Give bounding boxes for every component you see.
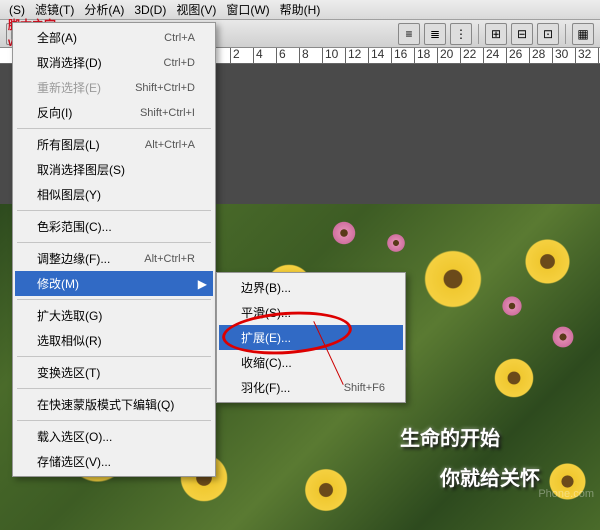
distribute3-icon[interactable]: ⊡	[537, 23, 559, 45]
menu-item-label: 载入选区(O)...	[37, 428, 112, 445]
menu-item-label: 存储选区(V)...	[37, 453, 111, 470]
select-menu: 全部(A) Ctrl+A 取消选择(D) Ctrl+D 重新选择(E) Shift+Ctr…	[12, 22, 216, 477]
menu-item[interactable]: 边界(B)...	[219, 275, 403, 300]
menu-item-label: 重新选择(E)	[37, 79, 101, 96]
menu-window[interactable]: 窗口(W)	[221, 0, 274, 20]
separator	[565, 24, 566, 44]
separator	[478, 24, 479, 44]
menu-item[interactable]: 存储选区(V)...	[15, 449, 213, 474]
menu-item[interactable]: 调整边缘(F)... Alt+Ctrl+R	[15, 246, 213, 271]
menu-item[interactable]: 重新选择(E) Shift+Ctrl+D	[15, 75, 213, 100]
ruler-tick: 22	[460, 48, 476, 64]
caption-line2: 你就给关怀	[440, 462, 540, 491]
ruler-tick: 2	[230, 48, 240, 64]
menu-help[interactable]: 帮助(H)	[275, 0, 326, 20]
menu-item[interactable]: 扩大选取(G)	[15, 303, 213, 328]
menu-shortcut: Ctrl+A	[164, 32, 195, 44]
menu-item[interactable]: 羽化(F)... Shift+F6	[219, 375, 403, 400]
menu-separator	[17, 242, 211, 243]
ruler-tick: 6	[276, 48, 286, 64]
menu-bar: (S) 滤镜(T) 分析(A) 3D(D) 视图(V) 窗口(W) 帮助(H)	[0, 0, 600, 20]
ruler-tick: 10	[322, 48, 338, 64]
menu-item[interactable]: 在快速蒙版模式下编辑(Q)	[15, 392, 213, 417]
menu-item[interactable]: 扩展(E)...	[219, 325, 403, 350]
ruler-tick: 30	[552, 48, 568, 64]
menu-item-label: 收缩(C)...	[241, 354, 292, 371]
ruler-tick: 24	[483, 48, 499, 64]
menu-item[interactable]: 所有图层(L) Alt+Ctrl+A	[15, 132, 213, 157]
ruler-tick: 32	[575, 48, 591, 64]
menu-item[interactable]: 变换选区(T)	[15, 360, 213, 385]
menu-item-label: 所有图层(L)	[37, 136, 100, 153]
watermark-corner: Phone.com	[538, 488, 594, 500]
menu-3d[interactable]: 3D(D)	[129, 1, 171, 19]
menu-shortcut: Shift+F6	[344, 382, 385, 394]
menu-separator	[17, 299, 211, 300]
menu-item[interactable]: 收缩(C)...	[219, 350, 403, 375]
menu-item-label: 选取相似(R)	[37, 332, 102, 349]
ruler-tick: 8	[299, 48, 309, 64]
arrange-icon[interactable]: ▦	[572, 23, 594, 45]
caption-line1: 生命的开始	[400, 422, 500, 451]
menu-separator	[17, 356, 211, 357]
menu-item-label: 变换选区(T)	[37, 364, 100, 381]
menu-item-label: 调整边缘(F)...	[37, 250, 110, 267]
menu-separator	[17, 420, 211, 421]
menu-item[interactable]: 色彩范围(C)...	[15, 214, 213, 239]
menu-item-label: 修改(M)	[37, 275, 79, 292]
ruler-tick: 16	[391, 48, 407, 64]
menu-shortcut: Alt+Ctrl+R	[144, 253, 195, 265]
menu-separator	[17, 210, 211, 211]
ruler-tick: 4	[253, 48, 263, 64]
menu-item-label: 羽化(F)...	[241, 379, 290, 396]
menu-item-label: 扩展(E)...	[241, 329, 291, 346]
align-left-icon[interactable]: ≡	[398, 23, 420, 45]
menu-item-label: 平滑(S)...	[241, 304, 291, 321]
menu-item-label: 边界(B)...	[241, 279, 291, 296]
menu-item[interactable]: 平滑(S)...	[219, 300, 403, 325]
menu-item-label: 反向(I)	[37, 104, 72, 121]
menu-item[interactable]: 取消选择图层(S)	[15, 157, 213, 182]
menu-item-label: 色彩范围(C)...	[37, 218, 112, 235]
menu-shortcut: Alt+Ctrl+A	[145, 139, 195, 151]
submenu-arrow-icon: ▶	[198, 277, 207, 291]
menu-item[interactable]: 全部(A) Ctrl+A	[15, 25, 213, 50]
align-right-icon[interactable]: ⋮	[450, 23, 472, 45]
menu-item[interactable]: 相似图层(Y)	[15, 182, 213, 207]
menu-item[interactable]: 反向(I) Shift+Ctrl+I	[15, 100, 213, 125]
ruler-tick: 26	[506, 48, 522, 64]
menu-item-label: 在快速蒙版模式下编辑(Q)	[37, 396, 174, 413]
menu-item[interactable]: 载入选区(O)...	[15, 424, 213, 449]
ruler-tick: 28	[529, 48, 545, 64]
menu-view[interactable]: 视图(V)	[171, 0, 221, 20]
menu-separator	[17, 128, 211, 129]
distribute2-icon[interactable]: ⊟	[511, 23, 533, 45]
menu-analysis[interactable]: 分析(A)	[79, 0, 129, 20]
menu-separator	[17, 388, 211, 389]
menu-shortcut: Ctrl+D	[164, 57, 195, 69]
menu-item-label: 全部(A)	[37, 29, 77, 46]
ruler-tick: 14	[368, 48, 384, 64]
menu-item-label: 扩大选取(G)	[37, 307, 102, 324]
align-center-icon[interactable]: ≣	[424, 23, 446, 45]
menu-item[interactable]: 取消选择(D) Ctrl+D	[15, 50, 213, 75]
ruler-tick: 18	[414, 48, 430, 64]
menu-item[interactable]: 修改(M) ▶	[15, 271, 213, 296]
menu-item-label: 相似图层(Y)	[37, 186, 101, 203]
modify-submenu: 边界(B)... 平滑(S)... 扩展(E)... 收缩(C)... 羽化(F)...…	[216, 272, 406, 403]
menu-shortcut: Shift+Ctrl+I	[140, 107, 195, 119]
ruler-tick: 12	[345, 48, 361, 64]
menu-item-label: 取消选择(D)	[37, 54, 102, 71]
menu-item[interactable]: 选取相似(R)	[15, 328, 213, 353]
menu-shortcut: Shift+Ctrl+D	[135, 82, 195, 94]
distribute1-icon[interactable]: ⊞	[485, 23, 507, 45]
menu-item-label: 取消选择图层(S)	[37, 161, 125, 178]
ruler-tick: 20	[437, 48, 453, 64]
